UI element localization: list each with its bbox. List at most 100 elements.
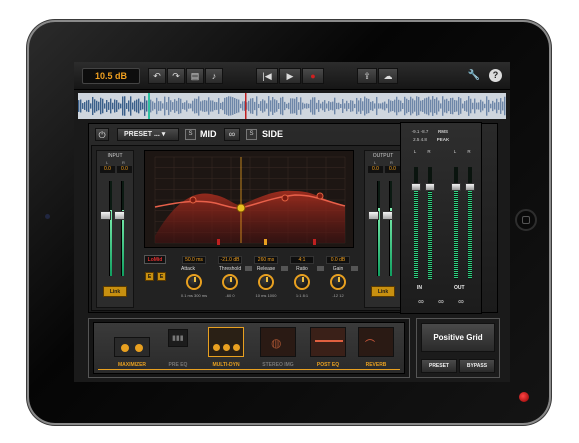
waveform-bar [140, 101, 142, 111]
waveform-bar [400, 100, 402, 112]
input-link-label: Link [109, 289, 121, 295]
io-link-icon[interactable]: ∞ [435, 297, 447, 306]
waveform-bar [216, 102, 218, 110]
attack-knob[interactable] [186, 274, 202, 290]
waveform-bar [284, 101, 286, 111]
gain-readout[interactable]: 10.5 dB [82, 68, 140, 84]
waveform-bar [354, 103, 356, 109]
rewind-button[interactable]: |◀ [256, 68, 278, 84]
waveform-bar [308, 103, 310, 109]
waveform-bar [486, 96, 488, 116]
release-knob[interactable] [258, 274, 274, 290]
undo-button[interactable]: ↶ [148, 68, 166, 84]
waveform-bar [334, 97, 336, 115]
output-link-button[interactable]: Link [371, 286, 395, 297]
out-fader-left[interactable] [451, 183, 461, 191]
band-node-lomid[interactable] [236, 203, 246, 213]
input-fader-left[interactable] [100, 211, 111, 220]
waveform-bar [238, 99, 240, 113]
knob-icon [233, 344, 240, 351]
waveform-bar [274, 99, 276, 113]
eq-curve-display[interactable] [144, 150, 354, 248]
waveform-bar [366, 98, 368, 114]
preset-dropdown[interactable]: PRESET ... ▾ [117, 128, 179, 141]
chain-slot-pre-eq[interactable]: ▮▮▮ [168, 329, 188, 347]
bypass-button[interactable]: BYPASS [459, 359, 495, 373]
waveform-bar [464, 101, 466, 111]
gain-knob[interactable] [330, 274, 346, 290]
waveform-bar [220, 102, 222, 110]
music-button[interactable]: ♪ [205, 68, 223, 84]
play-icon: ▶ [286, 71, 294, 81]
link-mid-side-button[interactable]: ∞ [224, 128, 240, 141]
band-node-high[interactable] [316, 192, 324, 200]
enable-button[interactable]: E [157, 272, 166, 281]
redo-button[interactable]: ↷ [167, 68, 185, 84]
in-fader-left[interactable] [411, 183, 421, 191]
brand-name[interactable]: Positive Grid [421, 323, 495, 352]
waveform-bar [166, 102, 168, 110]
input-link-button[interactable]: Link [103, 286, 127, 297]
waveform-bar [156, 97, 158, 115]
solo-button[interactable]: E [145, 272, 154, 281]
out-link-icon[interactable]: ∞ [455, 297, 467, 306]
module-header: ⏻ PRESET ... ▾ S MID ∞ S SIDE [91, 126, 401, 142]
band-node-himid[interactable] [281, 194, 289, 202]
in-fader-right[interactable] [425, 183, 435, 191]
attack-range: 0.1 ms 300 ms [180, 293, 208, 298]
crossover-handle[interactable] [264, 239, 267, 245]
output-fader-right[interactable] [382, 211, 393, 220]
mid-checkbox[interactable]: S [185, 129, 196, 140]
home-button[interactable] [515, 209, 537, 231]
waveform-bar [332, 101, 334, 111]
chain-slot-maximizer[interactable] [114, 337, 150, 357]
waveform-bar [174, 99, 176, 113]
help-icon[interactable]: ? [489, 69, 502, 82]
document-button[interactable]: ▤ [186, 68, 204, 84]
waveform-bar [282, 96, 284, 116]
waveform-bar [204, 100, 206, 112]
threshold-knob[interactable] [222, 274, 238, 290]
band-node-low[interactable] [189, 196, 197, 204]
playhead-marker[interactable] [148, 93, 150, 119]
out-fader-right[interactable] [465, 183, 475, 191]
record-button[interactable]: ● [302, 68, 324, 84]
input-r-label: R [122, 160, 125, 165]
waveform-bar [200, 101, 202, 111]
chain-slot-post-eq[interactable] [310, 327, 346, 357]
position-marker[interactable] [245, 93, 247, 119]
play-button[interactable]: ▶ [279, 68, 301, 84]
dynamics-panel: INPUT L R 0.0 0.0 Link LoMid E E 50.0 ms… [91, 145, 407, 311]
waveform-bar [270, 100, 272, 112]
waveform-bar [432, 96, 434, 116]
stereo-icon: ◍ [271, 336, 282, 350]
waveform-bar [144, 96, 146, 116]
waveform-bar [326, 103, 328, 109]
waveform-bar [120, 103, 122, 109]
rms-values: -9.1 -8.7 [411, 129, 429, 134]
waveform-bars [78, 96, 506, 116]
settings-button[interactable]: 🔧 [466, 68, 482, 84]
preset-button[interactable]: PRESET [421, 359, 457, 373]
waveform-bar [358, 100, 360, 112]
chain-slot-stereo-img[interactable]: ◍ [260, 327, 296, 357]
in-link-icon[interactable]: ∞ [415, 297, 427, 306]
out-label: OUT [454, 285, 465, 291]
soundcloud-button[interactable]: ☁ [378, 68, 398, 84]
waveform-bar [276, 100, 278, 112]
chain-slot-multi-dyn[interactable] [208, 327, 244, 357]
gain-toggle[interactable] [350, 265, 359, 272]
input-fader-right[interactable] [114, 211, 125, 220]
side-checkbox[interactable]: S [246, 129, 257, 140]
band-label[interactable]: LoMid [144, 255, 166, 264]
ratio-knob[interactable] [294, 274, 310, 290]
share-button[interactable]: ⇪ [357, 68, 377, 84]
crossover-handle[interactable] [217, 239, 220, 245]
crossover-handle[interactable] [313, 239, 316, 245]
output-fader-left[interactable] [368, 211, 379, 220]
power-button[interactable]: ⏻ [95, 128, 109, 141]
waveform-bar [430, 99, 432, 113]
waveform-bar [490, 103, 492, 109]
chain-slot-reverb[interactable]: ⌒ [358, 327, 394, 357]
waveform-overview[interactable] [78, 93, 506, 119]
